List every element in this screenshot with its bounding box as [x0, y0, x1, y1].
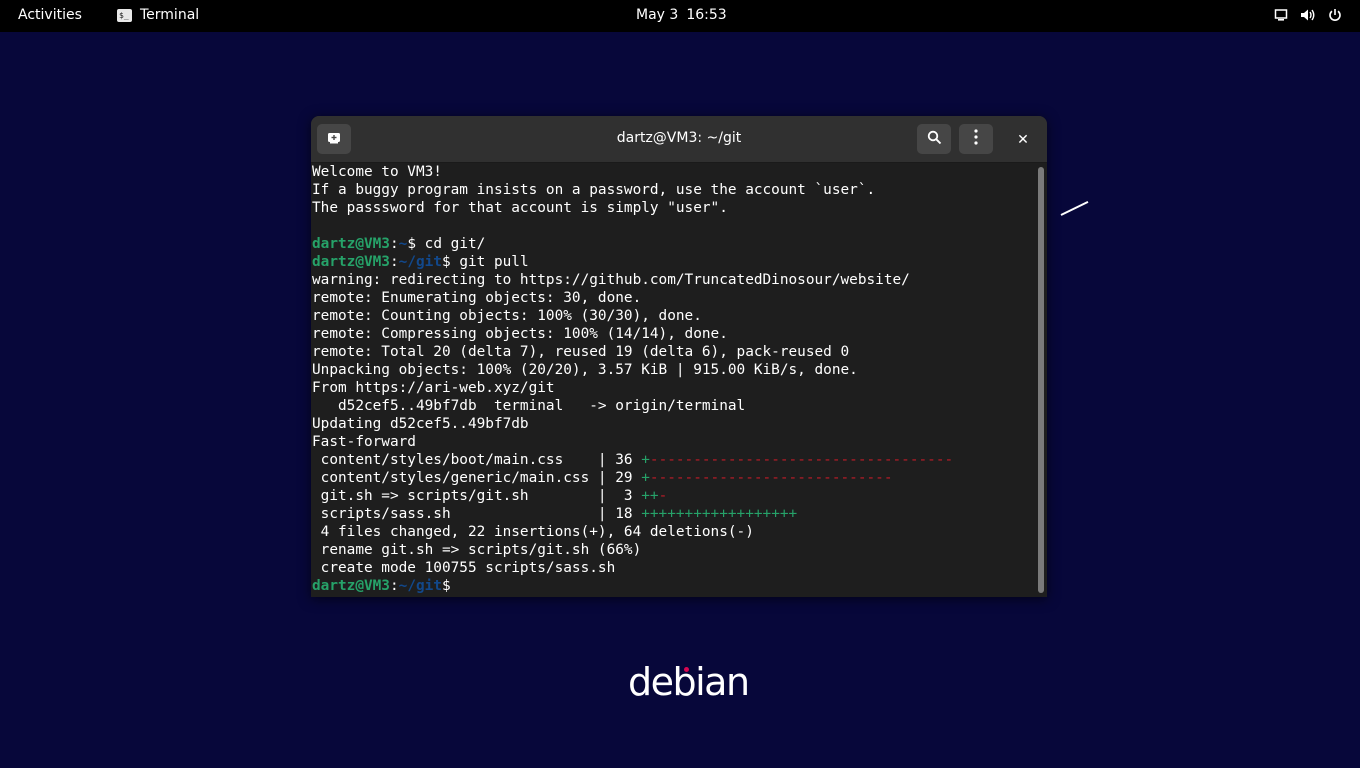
volume-icon[interactable]: [1300, 8, 1316, 22]
menu-button[interactable]: [959, 124, 993, 154]
terminal-line: d52cef5..49bf7db terminal -> origin/term…: [312, 398, 746, 414]
mouse-cursor: [1060, 200, 1089, 216]
clock-time: 16:53: [686, 7, 727, 23]
prompt-colon: :: [389, 236, 399, 252]
prompt-colon: :: [389, 254, 399, 270]
terminal-content[interactable]: Welcome to VM3! If a buggy program insis…: [312, 163, 1034, 597]
diffstat-plus: ++++++++++++++++++: [641, 506, 798, 522]
prompt-user: dartz@VM3: [312, 254, 390, 270]
diffstat-minus: ----------------------------: [649, 470, 893, 486]
prompt-line: dartz@VM3:~$ cd git/: [312, 235, 1034, 253]
terminal-line: If a buggy program insists on a password…: [312, 182, 876, 198]
diffstat-minus: -----------------------------------: [649, 452, 954, 468]
diffstat-file: content/styles/generic/main.css | 29: [312, 470, 642, 486]
terminal-line: remote: Total 20 (delta 7), reused 19 (d…: [312, 344, 850, 360]
diffstat-minus: -: [658, 488, 668, 504]
close-button[interactable]: ✕: [1011, 128, 1035, 152]
prompt-path: ~/git: [398, 578, 442, 594]
clock-date: May 3: [636, 7, 679, 23]
top-bar: Activities $_ Terminal May 3 16:53: [0, 0, 1360, 32]
prompt-colon: :: [389, 578, 399, 594]
diffstat-file: content/styles/boot/main.css | 36: [312, 452, 642, 468]
prompt-line: dartz@VM3:~/git$: [312, 577, 1034, 595]
terminal-line: 4 files changed, 22 insertions(+), 64 de…: [312, 524, 754, 540]
diffstat-plus: +: [641, 470, 650, 486]
terminal-line: Updating d52cef5..49bf7db: [312, 416, 529, 432]
diffstat-plus: ++: [641, 488, 659, 504]
diffstat-line: content/styles/generic/main.css | 29 +--…: [312, 469, 1034, 487]
prompt-dollar: $: [441, 254, 451, 270]
system-tray[interactable]: [1274, 8, 1342, 22]
diffstat-file: git.sh => scripts/git.sh | 3: [312, 488, 642, 504]
header-bar: dartz@VM3: ~/git ✕: [311, 116, 1047, 163]
scrollbar-thumb[interactable]: [1038, 167, 1044, 593]
terminal-line: remote: Counting objects: 100% (30/30), …: [312, 308, 702, 324]
prompt-line: dartz@VM3:~/git$ git pull: [312, 253, 1034, 271]
debian-logo-dot: [684, 667, 689, 672]
command-text: cd git/: [416, 236, 486, 252]
prompt-user: dartz@VM3: [312, 578, 390, 594]
terminal-line: Fast-forward: [312, 434, 416, 450]
prompt-path: ~/git: [398, 254, 442, 270]
terminal-line: rename git.sh => scripts/git.sh (66%): [312, 542, 642, 558]
app-menu-label: Terminal: [140, 7, 200, 23]
diffstat-line: content/styles/boot/main.css | 36 +-----…: [312, 451, 1034, 469]
terminal-line: remote: Enumerating objects: 30, done.: [312, 290, 642, 306]
activities-button[interactable]: Activities: [18, 7, 82, 23]
terminal-line: Unpacking objects: 100% (20/20), 3.57 Ki…: [312, 362, 858, 378]
diffstat-plus: +: [641, 452, 650, 468]
debian-logo: debian: [628, 660, 750, 704]
terminal-app-icon: $_: [117, 9, 132, 22]
menu-icon: [974, 129, 978, 149]
search-icon: [927, 130, 942, 149]
terminal-line: From https://ari-web.xyz/git: [312, 380, 555, 396]
app-menu[interactable]: $_ Terminal: [117, 7, 199, 23]
prompt-dollar: $: [407, 236, 416, 252]
command-text: git pull: [450, 254, 529, 270]
clock[interactable]: May 3 16:53: [636, 7, 727, 23]
prompt-dollar: $: [441, 578, 451, 594]
diffstat-line: git.sh => scripts/git.sh | 3 ++-: [312, 487, 1034, 505]
terminal-line: create mode 100755 scripts/sass.sh: [312, 560, 616, 576]
terminal-line: Welcome to VM3!: [312, 164, 442, 180]
power-icon[interactable]: [1328, 8, 1342, 22]
terminal-window: dartz@VM3: ~/git ✕ Welcome to VM3! If a …: [311, 116, 1047, 597]
screen-icon[interactable]: [1274, 8, 1288, 22]
terminal-line: The passsword for that account is simply…: [312, 200, 728, 216]
diffstat-file: scripts/sass.sh | 18: [312, 506, 642, 522]
terminal-scrollbar[interactable]: [1035, 163, 1047, 597]
search-button[interactable]: [917, 124, 951, 154]
terminal-line: warning: redirecting to https://github.c…: [312, 272, 910, 288]
close-icon: ✕: [1017, 132, 1029, 148]
prompt-user: dartz@VM3: [312, 236, 390, 252]
diffstat-line: scripts/sass.sh | 18 ++++++++++++++++++: [312, 505, 1034, 523]
terminal-line: remote: Compressing objects: 100% (14/14…: [312, 326, 728, 342]
